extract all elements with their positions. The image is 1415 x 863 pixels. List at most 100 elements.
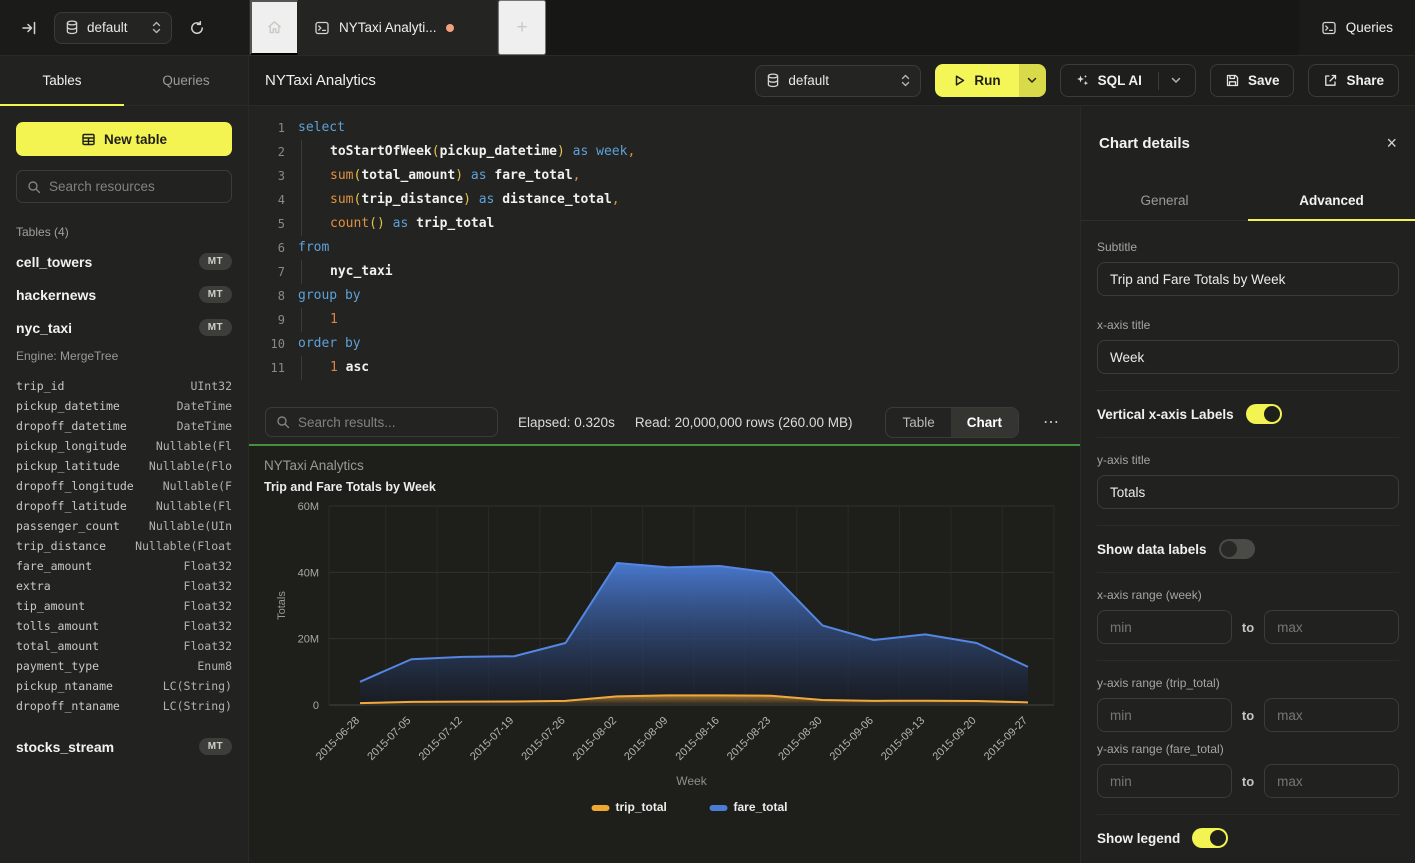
column-name: fare_amount: [16, 559, 92, 573]
code-line: nyc_taxi: [298, 260, 1080, 284]
unsaved-changes-dot: [446, 24, 454, 32]
save-button[interactable]: Save: [1210, 64, 1295, 97]
tables-section-label: Tables (4): [16, 225, 232, 239]
column-name: tip_amount: [16, 599, 85, 613]
table-grid-icon: [81, 132, 96, 147]
sidebar-tab-tables[interactable]: Tables: [0, 56, 124, 105]
column-type: Nullable(Flo: [149, 459, 232, 473]
chevron-down-icon: [1027, 77, 1037, 84]
view-toggle-chart[interactable]: Chart: [951, 408, 1018, 437]
show-legend-toggle[interactable]: [1192, 828, 1228, 848]
sidebar: Tables Queries New table Tables (4) cell…: [0, 56, 249, 863]
home-tab-button[interactable]: [250, 0, 298, 55]
table-row[interactable]: stocks_streamMT: [16, 730, 232, 763]
to-label: to: [1242, 774, 1254, 789]
xaxis-title-input[interactable]: [1097, 340, 1399, 374]
xaxis-range-min-input[interactable]: [1097, 610, 1232, 644]
topbar-right: Queries: [1299, 0, 1415, 55]
column-type: Nullable(Fl: [156, 439, 232, 453]
column-type: Float32: [184, 599, 232, 613]
chart-text: 60M: [298, 501, 319, 513]
tab-general[interactable]: General: [1081, 180, 1248, 220]
line-number: 7: [249, 260, 285, 284]
chart-text: 2015-08-23: [725, 715, 773, 763]
select-chevrons-icon: [152, 21, 161, 34]
chart-text: 2015-08-30: [776, 715, 824, 763]
column-row: pickup_ntanameLC(String): [16, 676, 232, 696]
table-row[interactable]: hackernewsMT: [16, 278, 232, 311]
share-button[interactable]: Share: [1308, 64, 1399, 97]
yaxis-range-fare-row: to: [1097, 764, 1399, 798]
column-type: Float32: [184, 579, 232, 593]
yaxis-range-fare-min-input[interactable]: [1097, 764, 1232, 798]
chevron-down-icon: [1171, 77, 1181, 84]
collapse-sidebar-button[interactable]: [14, 13, 44, 43]
query-header: NYTaxi Analytics default: [249, 56, 1415, 106]
resource-search-input[interactable]: [49, 179, 221, 194]
subtitle-input[interactable]: [1097, 262, 1399, 296]
column-row: pickup_longitude Nullable(Fl: [16, 436, 232, 456]
refresh-button[interactable]: [182, 13, 212, 43]
run-options-button[interactable]: [1019, 64, 1046, 97]
yaxis-range-trip-max-input[interactable]: [1264, 698, 1399, 732]
query-database-selector[interactable]: default: [755, 65, 921, 97]
chart-text: 2015-07-12: [417, 715, 465, 763]
code-line: select: [298, 116, 1080, 140]
column-row: pickup_datetimeDateTime: [16, 396, 232, 416]
column-row: extra Float32: [16, 576, 232, 596]
tab-advanced[interactable]: Advanced: [1248, 180, 1415, 220]
yaxis-title-input[interactable]: [1097, 475, 1399, 509]
table-name: cell_towers: [16, 254, 92, 270]
column-type: Float32: [184, 619, 232, 633]
query-tab[interactable]: NYTaxi Analyti...: [298, 0, 498, 55]
close-panel-button[interactable]: ×: [1386, 134, 1397, 152]
more-options-button[interactable]: ⋯: [1039, 412, 1064, 432]
line-number: 10: [249, 332, 285, 356]
new-table-button[interactable]: New table: [16, 122, 232, 156]
results-search: [265, 407, 498, 437]
chart-text: Week: [676, 774, 707, 788]
legend-swatch-trip_total: [592, 805, 610, 811]
results-search-input[interactable]: [298, 415, 487, 430]
sql-editor[interactable]: 1234567891011 selecttoStartOfWeek(pickup…: [249, 106, 1080, 400]
column-type: Float32: [184, 639, 232, 653]
run-button[interactable]: Run: [935, 64, 1018, 97]
code-line: 1 asc: [298, 356, 1080, 380]
column-name: pickup_latitude: [16, 459, 120, 473]
results-chart[interactable]: NYTaxi AnalyticsTrip and Fare Totals by …: [249, 446, 1080, 863]
engine-badge: MT: [199, 253, 232, 270]
chart-text: 2015-07-19: [468, 715, 516, 763]
line-number: 4: [249, 188, 285, 212]
topbar-database-selector[interactable]: default: [54, 12, 172, 44]
yaxis-title-label: y-axis title: [1097, 453, 1399, 467]
column-row: trip_idUInt32: [16, 376, 232, 396]
view-toggle-table[interactable]: Table: [886, 408, 950, 437]
sidebar-tab-queries[interactable]: Queries: [124, 56, 248, 105]
engine-badge: MT: [199, 286, 232, 303]
sql-ai-button[interactable]: SQL AI: [1060, 64, 1196, 97]
chart-text: 20M: [298, 634, 319, 646]
column-name: extra: [16, 579, 51, 593]
yaxis-range-fare-max-input[interactable]: [1264, 764, 1399, 798]
column-name: passenger_count: [16, 519, 120, 533]
xaxis-range-max-input[interactable]: [1264, 610, 1399, 644]
yaxis-range-trip-row: to: [1097, 698, 1399, 732]
column-name: trip_id: [16, 379, 64, 393]
line-number: 8: [249, 284, 285, 308]
new-tab-button[interactable]: +: [498, 0, 546, 55]
show-data-labels-toggle[interactable]: [1219, 539, 1255, 559]
xaxis-range-label: x-axis range (week): [1097, 588, 1399, 602]
chart-text: 2015-09-20: [930, 715, 978, 763]
yaxis-range-trip-min-input[interactable]: [1097, 698, 1232, 732]
chart-text: NYTaxi Analytics: [264, 458, 364, 473]
table-row[interactable]: nyc_taxiMT: [16, 311, 232, 344]
panel-tabs: General Advanced: [1081, 180, 1415, 221]
code-line: count() as trip_total: [298, 212, 1080, 236]
vertical-xaxis-labels-label: Vertical x-axis Labels: [1097, 407, 1234, 422]
table-row[interactable]: cell_towers MT: [16, 245, 232, 278]
queries-button[interactable]: Queries: [1321, 20, 1393, 36]
column-name: pickup_longitude: [16, 439, 127, 453]
yaxis-range-trip-label: y-axis range (trip_total): [1097, 676, 1399, 690]
vertical-xaxis-labels-toggle[interactable]: [1246, 404, 1282, 424]
column-name: tolls_amount: [16, 619, 99, 633]
